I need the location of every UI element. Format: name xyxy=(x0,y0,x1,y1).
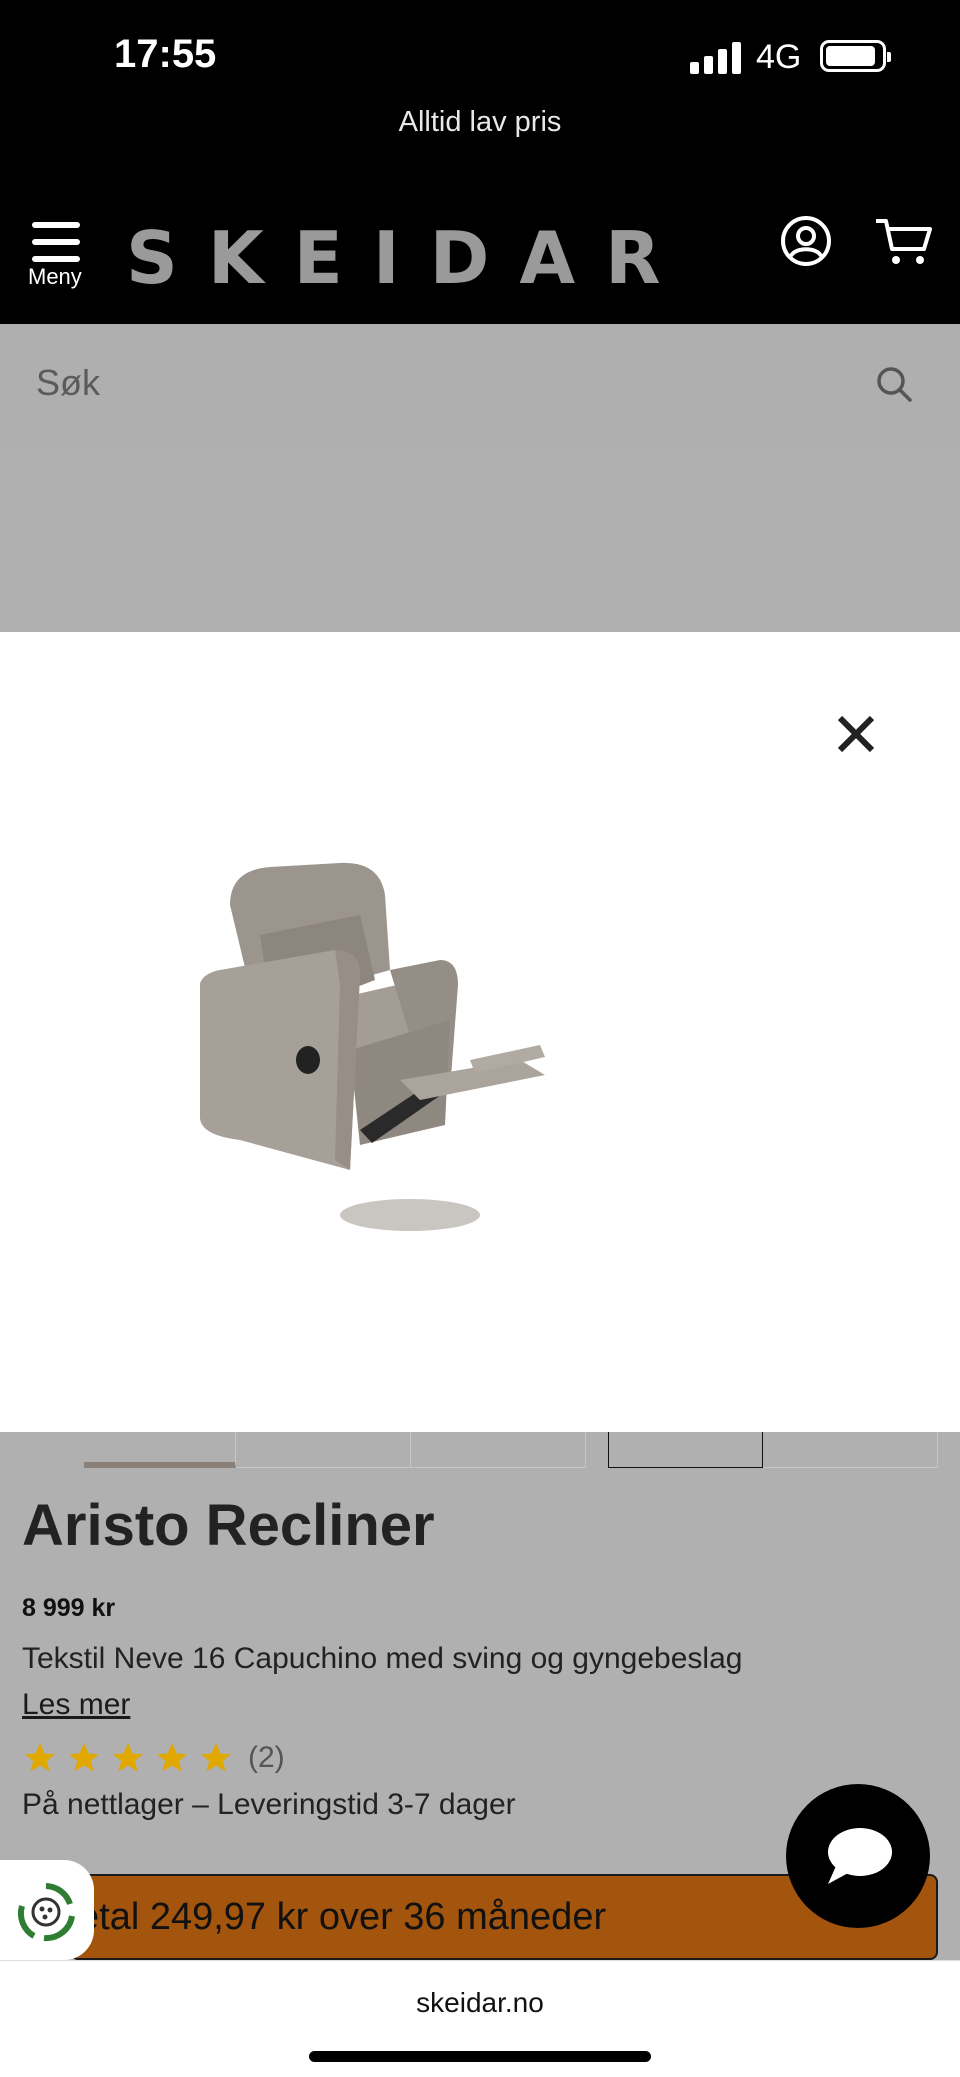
star-icon xyxy=(157,1743,187,1772)
close-icon[interactable] xyxy=(836,714,876,754)
thumbnail[interactable] xyxy=(763,1432,938,1468)
star-icon xyxy=(113,1743,143,1772)
thumbnail-selected[interactable] xyxy=(608,1432,763,1468)
search-icon[interactable] xyxy=(874,364,914,404)
recycle-icon xyxy=(17,1883,75,1942)
finance-text: etal 249,97 kr over 36 måneder xyxy=(78,1896,607,1938)
thumbnail[interactable] xyxy=(411,1432,586,1468)
network-type: 4G xyxy=(756,38,802,76)
read-more-link[interactable]: Les mer xyxy=(22,1688,130,1722)
status-time: 17:55 xyxy=(114,32,217,76)
site-header: Meny SKEIDAR xyxy=(0,190,960,324)
cart-icon[interactable] xyxy=(874,215,934,267)
product-title: Aristo Recliner xyxy=(22,1493,435,1558)
browser-bottom-bar: skeidar.no xyxy=(0,1960,960,2077)
rating-count: (2) xyxy=(248,1741,285,1774)
thumbnail-strip xyxy=(84,1432,940,1468)
account-icon[interactable] xyxy=(780,215,832,267)
eco-badge[interactable] xyxy=(0,1860,94,1960)
product-price: 8 999 kr xyxy=(22,1594,116,1622)
status-bar: 17:55 4G xyxy=(0,0,960,100)
rating-stars[interactable]: (2) xyxy=(22,1740,285,1776)
menu-button[interactable]: Meny xyxy=(20,218,94,298)
stock-status: På nettlager – Leveringstid 3-7 dager xyxy=(22,1788,516,1821)
overlay-dim xyxy=(0,446,960,632)
signal-icon xyxy=(690,40,744,74)
menu-label: Meny xyxy=(28,264,82,289)
star-icon xyxy=(201,1743,231,1772)
star-icon xyxy=(25,1743,55,1772)
search-bar[interactable]: Søk xyxy=(0,324,960,446)
promo-banner: Alltid lav pris xyxy=(0,100,960,190)
chat-bubble-icon xyxy=(828,1828,892,1884)
battery-icon xyxy=(820,40,891,72)
home-indicator[interactable] xyxy=(309,2051,651,2062)
thumbnail[interactable] xyxy=(84,1432,236,1468)
star-icon xyxy=(69,1743,99,1772)
chat-button[interactable] xyxy=(786,1784,930,1928)
hamburger-icon xyxy=(32,222,80,262)
thumbnail[interactable] xyxy=(236,1432,411,1468)
recliner-chair-image xyxy=(200,862,545,1231)
url-display[interactable]: skeidar.no xyxy=(0,1987,960,2019)
product-description: Tekstil Neve 16 Capuchino med sving og g… xyxy=(22,1642,743,1675)
search-input[interactable]: Søk xyxy=(36,362,100,404)
site-logo[interactable]: SKEIDAR xyxy=(126,216,691,300)
